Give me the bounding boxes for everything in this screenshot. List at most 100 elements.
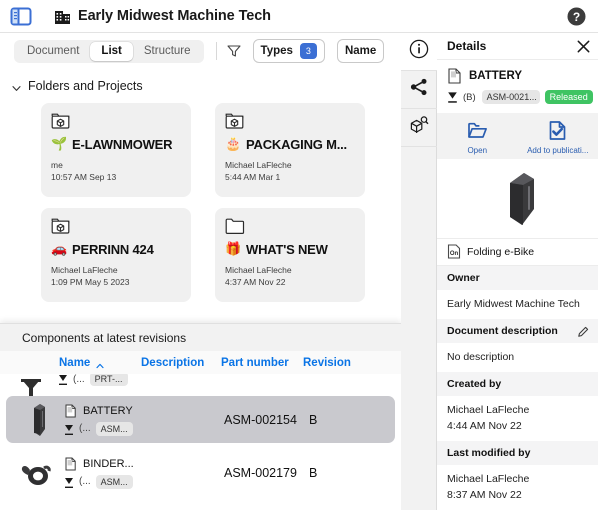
revision-icon — [64, 476, 74, 488]
building-icon — [54, 8, 71, 25]
help-circle-icon[interactable]: ? — [567, 7, 586, 26]
close-icon[interactable] — [577, 40, 590, 53]
field-value-owner: Early Midwest Machine Tech — [447, 298, 580, 310]
folder-card-name: PACKAGING M... — [246, 136, 347, 152]
folder-emoji-icon: 🎂 — [225, 136, 241, 151]
details-item-title: BATTERY — [437, 60, 598, 84]
types-filter-label: Types — [260, 45, 293, 57]
segment-document[interactable]: Document — [16, 42, 90, 61]
folder-card[interactable]: 🌱 E-LAWNMOWER me 10:57 AM Sep 13 — [41, 103, 191, 197]
svg-text:?: ? — [573, 10, 580, 24]
folder-card[interactable]: 🚗 PERRINN 424 Michael LaFleche 1:09 PM M… — [41, 208, 191, 302]
battery-preview — [509, 172, 534, 225]
column-header-revision[interactable]: Revision — [303, 357, 351, 369]
sidebar-toggle-icon[interactable] — [10, 7, 32, 26]
details-action-bar: Open Add to publicati... — [437, 113, 598, 159]
row-paren: (... — [73, 374, 85, 385]
open-button[interactable]: Open — [437, 113, 518, 159]
last-modified-by-timestamp: 8:37 AM Nov 22 — [447, 489, 522, 501]
details-icon-rail — [401, 33, 437, 510]
funnel-icon[interactable] — [226, 44, 241, 58]
row-part-number: ASM-002154 — [224, 412, 297, 427]
field-label-document-description: Document description — [437, 319, 598, 343]
rail-button-cube-search[interactable] — [401, 109, 437, 147]
details-file-name: Folding e-Bike — [467, 245, 535, 258]
field-value-last-modified-by: Michael LaFleche 8:37 AM Nov 22 — [437, 465, 598, 510]
revision-icon — [58, 374, 68, 385]
revision-icon — [447, 91, 458, 104]
row-chip: ASM... — [95, 474, 133, 489]
document-icon — [64, 404, 77, 418]
folder-card-timestamp: 1:09 PM May 5 2023 — [51, 277, 130, 287]
row-revision: B — [309, 465, 318, 480]
add-to-publication-label: Add to publicati... — [527, 146, 589, 155]
row-chip: PRT-... — [89, 374, 128, 386]
details-item-revision: (B) — [463, 91, 476, 103]
view-toolbar: Document List Structure Types 3 Name — [0, 33, 401, 69]
created-by-timestamp: 4:44 AM Nov 22 — [447, 420, 522, 432]
folder-card-row: 🌱 E-LAWNMOWER me 10:57 AM Sep 13 🎂 PACKA… — [0, 103, 401, 197]
folder-emoji-icon: 🌱 — [51, 136, 67, 151]
battery-thumbnail — [20, 400, 54, 440]
folder-card-owner: me — [51, 160, 63, 170]
folders-section-header[interactable]: Folders and Projects — [0, 69, 401, 99]
folder-3d-icon — [51, 112, 71, 130]
details-item-name: BATTERY — [469, 70, 523, 82]
view-mode-segmented-control[interactable]: Document List Structure — [14, 39, 204, 63]
field-value-document-description: No description — [447, 351, 515, 363]
binder-clamp-thumbnail — [20, 453, 54, 493]
status-badge: Released — [544, 90, 593, 104]
document-icon — [447, 68, 462, 84]
folder-card-title: 🌱 E-LAWNMOWER — [51, 136, 181, 152]
components-column-headers: Name Description Part number Revision — [0, 351, 401, 374]
rail-button-info[interactable] — [401, 33, 437, 71]
column-header-part-number[interactable]: Part number — [221, 357, 289, 369]
table-row[interactable]: BATTERY (... ASM... ASM-002154 B — [6, 396, 395, 443]
top-bar: Early Midwest Machine Tech ? — [0, 0, 598, 33]
row-paren: (... — [79, 476, 91, 487]
components-panel-title: Components at latest revisions — [0, 324, 401, 351]
details-part-chip: ASM-0021... — [481, 90, 540, 104]
field-label-created-by: Created by — [437, 372, 598, 396]
folder-card[interactable]: 🎂 PACKAGING M... Michael LaFleche 5:44 A… — [215, 103, 365, 197]
folder-card-title: 🎂 PACKAGING M... — [225, 136, 355, 152]
revision-icon — [64, 423, 74, 435]
browser-scroll-area[interactable]: Folders and Projects 🌱 E-LAWNMOWER me 10… — [0, 69, 401, 510]
folder-card[interactable]: 🎁 WHAT'S NEW Michael LaFleche 4:37 AM No… — [215, 208, 365, 302]
details-file-row[interactable]: On Folding e-Bike — [437, 238, 598, 266]
row-part-number: ASM-002179 — [224, 465, 297, 480]
row-name: BATTERY — [83, 404, 133, 417]
folder-card-name: PERRINN 424 — [72, 241, 154, 257]
add-to-publication-button[interactable]: Add to publicati... — [518, 113, 598, 159]
row-chip: ASM... — [95, 421, 133, 436]
components-row-list[interactable]: (... PRT-... BATTERY (... ASM... ASM-002… — [0, 374, 401, 510]
folder-card-timestamp: 4:37 AM Nov 22 — [225, 277, 286, 287]
types-filter-count: 3 — [299, 43, 317, 59]
segment-list[interactable]: List — [90, 41, 133, 61]
folder-card-owner: Michael LaFleche — [51, 265, 118, 275]
folder-3d-icon — [225, 112, 245, 130]
row-name-cell: (... PRT-... — [58, 374, 178, 386]
open-button-label: Open — [467, 146, 488, 155]
folder-card-title: 🚗 PERRINN 424 — [51, 241, 181, 257]
types-filter-button[interactable]: Types 3 — [252, 39, 325, 63]
folder-card-meta: Michael LaFleche 4:37 AM Nov 22 — [225, 264, 355, 288]
open-folder-icon — [467, 120, 488, 143]
rail-button-share[interactable] — [401, 71, 437, 109]
field-value-created-by: Michael LaFleche 4:44 AM Nov 22 — [437, 396, 598, 441]
folder-card-name: WHAT'S NEW — [246, 241, 328, 257]
folder-emoji-icon: 🎁 — [225, 241, 241, 256]
column-header-description[interactable]: Description — [141, 357, 204, 369]
edit-pencil-icon[interactable] — [578, 325, 590, 337]
column-header-name[interactable]: Name — [59, 357, 104, 369]
table-row[interactable]: BINDER... (... ASM... ASM-002179 B — [6, 449, 395, 496]
segment-structure[interactable]: Structure — [133, 42, 202, 61]
folder-card-name: E-LAWNMOWER — [72, 136, 173, 152]
row-name-cell: BATTERY (... ASM... — [64, 404, 184, 436]
cube-search-icon — [409, 115, 429, 140]
name-filter-button[interactable]: Name — [336, 39, 385, 63]
folder-card-meta: Michael LaFleche 1:09 PM May 5 2023 — [51, 264, 181, 288]
details-panel: Details BATTERY (B) ASM-0021... Released — [437, 33, 598, 510]
table-row[interactable]: (... PRT-... — [0, 374, 401, 396]
field-label-last-modified-by: Last modified by — [437, 441, 598, 465]
